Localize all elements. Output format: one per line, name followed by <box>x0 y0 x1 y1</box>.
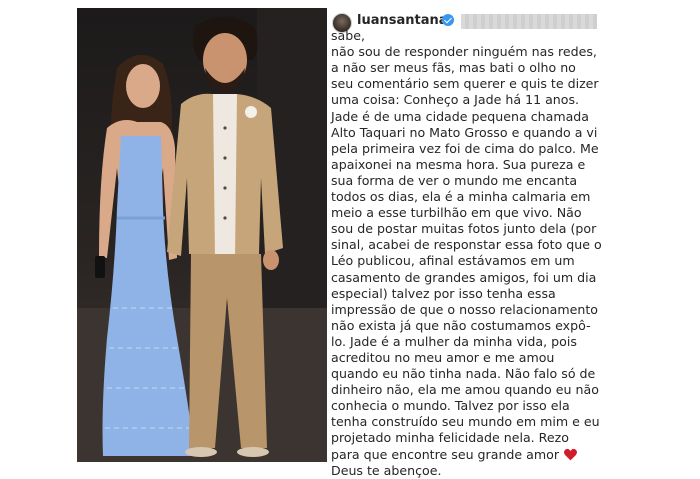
phone <box>95 256 105 278</box>
caption-text: sabe, não sou de responder ninguém nas r… <box>331 12 621 479</box>
caption-line: conhecia o mundo. Talvez por isso ela <box>331 398 570 414</box>
caption-line: casamento de grandes amigos, foi um dia <box>331 269 597 285</box>
caption-line: projetado minha felicidade nela. Rezo <box>331 430 569 446</box>
caption-line: apaixonei na mesma hora. Sua pureza e <box>331 156 586 172</box>
man-sandal-right <box>237 447 269 457</box>
caption-line: não exista já que não costumamos expô- <box>331 317 591 333</box>
heart-icon <box>564 448 578 460</box>
boutonniere <box>245 106 257 118</box>
caption-line: Deus te abençoe. <box>331 462 442 478</box>
caption-line: Jade é de uma cidade pequena chamada <box>331 108 590 124</box>
caption-line: especial) talvez por isso tenha essa <box>331 285 556 301</box>
caption-line: impressão de que o nosso relacionamento <box>331 301 598 317</box>
caption-line: lo. Jade é a mulher da minha vida, pois <box>331 333 577 349</box>
man-sandal-left <box>185 447 217 457</box>
caption-line: para que encontre seu grande amor <box>331 446 560 462</box>
caption-line: sinal, acabei de responstar essa foto qu… <box>331 237 602 253</box>
caption-line: Léo publicou, afinal estávamos em um <box>331 253 575 269</box>
caption-line: sua forma de ver o mundo me encanta <box>331 172 578 188</box>
caption-line: todos os dias, ela é a minha calmaria em <box>331 189 591 205</box>
shirt-button <box>223 216 227 220</box>
caption-line: Alto Taquari no Mato Grosso e quando a v… <box>331 124 598 140</box>
caption-line: tenha construído seu mundo em mim e eu <box>331 414 600 430</box>
couple-illustration <box>77 8 327 462</box>
man-hand <box>263 250 279 270</box>
screenshot-frame: luansantana sabe, não sou de responder n… <box>0 0 700 478</box>
shirt-button <box>223 126 227 130</box>
caption-line: uma coisa: Conheço a Jade há 11 anos. <box>331 92 580 108</box>
caption-line: sou de postar muitas fotos junto dela (p… <box>331 221 597 237</box>
man-shirt <box>213 94 237 258</box>
woman-face <box>126 64 160 108</box>
caption-line: a não ser meus fãs, mas bati o olho no <box>331 60 576 76</box>
shirt-button <box>223 156 227 160</box>
caption-line: pela primeira vez foi de cima do palco. … <box>331 140 599 156</box>
caption-line: não sou de responder ninguém nas redes, <box>331 44 597 60</box>
caption-line: acreditou no meu amor e me amou <box>331 349 555 365</box>
post-photo[interactable] <box>77 8 327 462</box>
caption-line: sabe, <box>331 28 366 44</box>
caption-line: seu comentário sem querer e quis te dize… <box>331 76 599 92</box>
caption-line: meio a esse turbilhão em que vivo. Não <box>331 205 582 221</box>
caption-line: dinheiro não, ela me amou quando eu não <box>331 382 599 398</box>
caption-panel: luansantana sabe, não sou de responder n… <box>327 8 621 478</box>
shirt-button <box>223 186 227 190</box>
caption-line: quando eu não tinha nada. Não falo só de <box>331 366 596 382</box>
